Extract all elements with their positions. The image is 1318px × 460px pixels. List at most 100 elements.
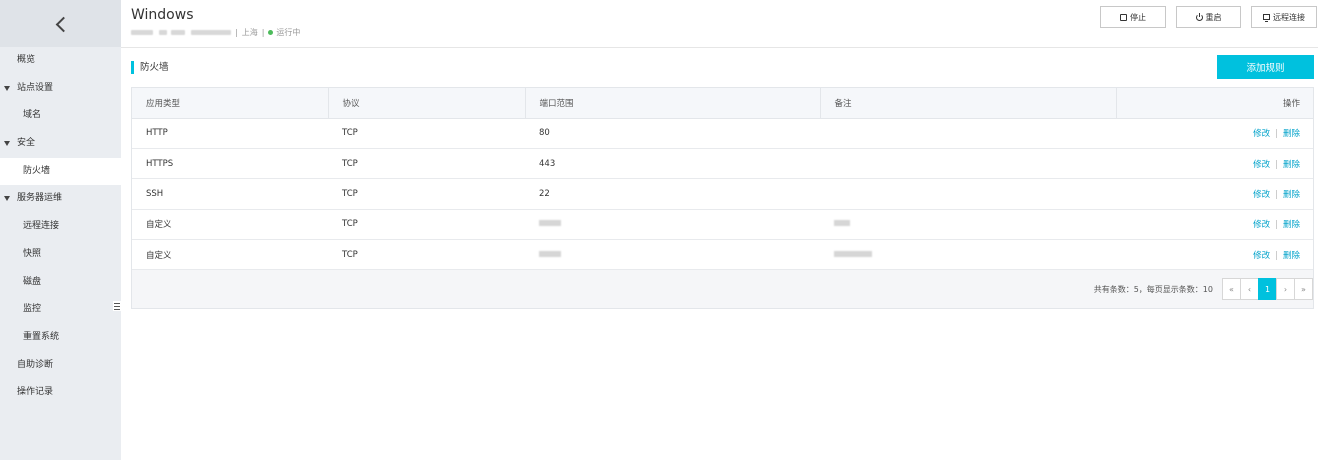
status-dot-icon — [268, 30, 274, 35]
cell-app-type: HTTPS — [132, 148, 328, 180]
cell-protocol: TCP — [328, 178, 525, 210]
column-header-protocol: 协议 — [328, 88, 526, 119]
page-button-current[interactable]: 1 — [1258, 278, 1277, 300]
first-page-button[interactable]: « — [1222, 278, 1241, 300]
sidebar-item-label: 磁盘 — [23, 276, 42, 287]
table-row: 自定义 TCP 修改 | 删除 — [132, 209, 1313, 241]
power-icon — [1195, 12, 1203, 21]
edit-link[interactable]: 修改 — [1253, 129, 1270, 139]
remote-connect-button[interactable]: 远程连接 — [1251, 6, 1317, 28]
delete-link[interactable]: 删除 — [1283, 129, 1300, 139]
cell-app-type: SSH — [132, 178, 328, 210]
delete-link[interactable]: 删除 — [1283, 220, 1300, 230]
column-header-port-range: 端口范围 — [525, 88, 821, 119]
sidebar-item-label: 操作记录 — [17, 387, 54, 398]
add-rule-button[interactable]: 添加规则 — [1217, 55, 1314, 79]
column-header-app-type: 应用类型 — [132, 88, 329, 119]
page-title: Windows — [131, 7, 194, 23]
chevron-left-icon — [54, 17, 68, 31]
table-row: HTTPS TCP 443 修改 | 删除 — [132, 148, 1313, 180]
delete-link[interactable]: 删除 — [1283, 251, 1300, 261]
next-page-button[interactable]: › — [1276, 278, 1295, 300]
sidebar-item[interactable]: 磁盘 — [0, 269, 121, 297]
sidebar-item[interactable]: 域名 — [0, 102, 121, 130]
sidebar-item[interactable]: 安全 — [0, 130, 121, 158]
sidebar-item[interactable]: 监控 — [0, 296, 121, 324]
delete-link[interactable]: 删除 — [1283, 160, 1300, 170]
cell-app-type: 自定义 — [132, 239, 328, 271]
table-row: 自定义 TCP 修改 | 删除 — [132, 239, 1313, 271]
pagination-summary: 共有条数：5，每页显示条数：10 — [1093, 284, 1213, 294]
sidebar-item[interactable]: 操作记录 — [0, 379, 121, 407]
stop-button[interactable]: 停止 — [1100, 6, 1166, 28]
caret-down-icon — [4, 196, 10, 202]
sidebar-item-label: 自助诊断 — [17, 359, 54, 370]
cell-actions: 修改 | 删除 — [1116, 178, 1313, 210]
cell-port-range: 22 — [525, 178, 820, 210]
cell-protocol: TCP — [328, 148, 525, 180]
sidebar-item[interactable]: 远程连接 — [0, 213, 121, 241]
redacted-id — [131, 30, 153, 35]
cell-note — [820, 148, 1116, 180]
redacted-ip — [191, 30, 231, 35]
collapse-sidebar-icon[interactable] — [113, 301, 121, 311]
cell-protocol: TCP — [328, 118, 525, 149]
redacted-id — [159, 30, 167, 35]
sidebar-item[interactable]: 自助诊断 — [0, 352, 121, 380]
sidebar-item-label: 监控 — [23, 304, 42, 315]
sidebar-item-label: 域名 — [23, 110, 42, 121]
sidebar-item[interactable]: 概览 — [0, 47, 121, 75]
monitor-icon — [1263, 14, 1270, 22]
prev-page-button[interactable]: ‹ — [1240, 278, 1259, 300]
redacted-port — [539, 220, 561, 227]
cell-port-range: 80 — [525, 118, 820, 149]
status-badge: 运行中 — [276, 28, 301, 37]
edit-link[interactable]: 修改 — [1253, 160, 1270, 170]
table-row: HTTP TCP 80 修改 | 删除 — [132, 118, 1313, 149]
cell-app-type: 自定义 — [132, 209, 328, 241]
redacted-note — [834, 220, 850, 227]
cell-note — [820, 178, 1116, 210]
delete-link[interactable]: 删除 — [1283, 190, 1300, 200]
caret-down-icon — [4, 85, 10, 91]
cell-note — [820, 118, 1116, 149]
region-label: 上海 — [241, 28, 258, 37]
restart-button[interactable]: 重启 — [1176, 6, 1241, 28]
pagination: 共有条数：5，每页显示条数：10 « ‹ 1 › » — [1094, 278, 1313, 300]
edit-link[interactable]: 修改 — [1253, 190, 1270, 200]
cell-protocol: TCP — [328, 209, 525, 241]
sidebar-item-label: 防火墙 — [23, 165, 51, 176]
sidebar-item[interactable]: 服务器运维 — [0, 185, 121, 213]
section-title: 防火墙 — [131, 61, 169, 74]
sidebar-item-label: 站点设置 — [17, 82, 54, 93]
edit-link[interactable]: 修改 — [1253, 251, 1270, 261]
sidebar-item[interactable]: 重置系统 — [0, 324, 121, 352]
cell-port-range: 443 — [525, 148, 820, 180]
redacted-port — [539, 250, 561, 257]
cell-note — [820, 209, 1116, 241]
sidebar-item[interactable]: 站点设置 — [0, 75, 121, 103]
table-row: SSH TCP 22 修改 | 删除 — [132, 178, 1313, 210]
column-header-note: 备注 — [820, 88, 1117, 119]
table-header-row: 应用类型 协议 端口范围 备注 操作 — [132, 88, 1313, 119]
last-page-button[interactable]: » — [1294, 278, 1313, 300]
sidebar-item-label: 重置系统 — [23, 331, 60, 342]
redacted-id — [171, 30, 185, 35]
cell-actions: 修改 | 删除 — [1116, 209, 1313, 241]
stop-icon — [1120, 13, 1127, 21]
column-header-actions: 操作 — [1116, 88, 1313, 119]
sidebar-item[interactable]: 防火墙 — [0, 157, 121, 186]
firewall-table: 应用类型 协议 端口范围 备注 操作 HTTP TCP 80 修改 | 删除 HTTPS TC… — [132, 88, 1313, 271]
cell-actions: 修改 | 删除 — [1116, 148, 1313, 180]
sidebar-item[interactable]: 快照 — [0, 241, 121, 269]
sidebar-item-label: 概览 — [17, 55, 36, 65]
back-button[interactable] — [0, 0, 121, 47]
sidebar: 概览站点设置域名安全防火墙服务器运维 远程连接 快照磁盘监控重置系统自助诊断操作记录 — [0, 0, 121, 460]
cell-port-range — [525, 239, 820, 271]
firewall-table-container: 应用类型 协议 端口范围 备注 操作 HTTP TCP 80 修改 | 删除 HTTPS TC… — [131, 87, 1314, 309]
caret-down-icon — [4, 141, 10, 147]
cell-port-range — [525, 209, 820, 241]
cell-app-type: HTTP — [132, 118, 328, 149]
instance-info: | 上海 | 运行中 — [131, 27, 300, 38]
edit-link[interactable]: 修改 — [1253, 220, 1270, 230]
